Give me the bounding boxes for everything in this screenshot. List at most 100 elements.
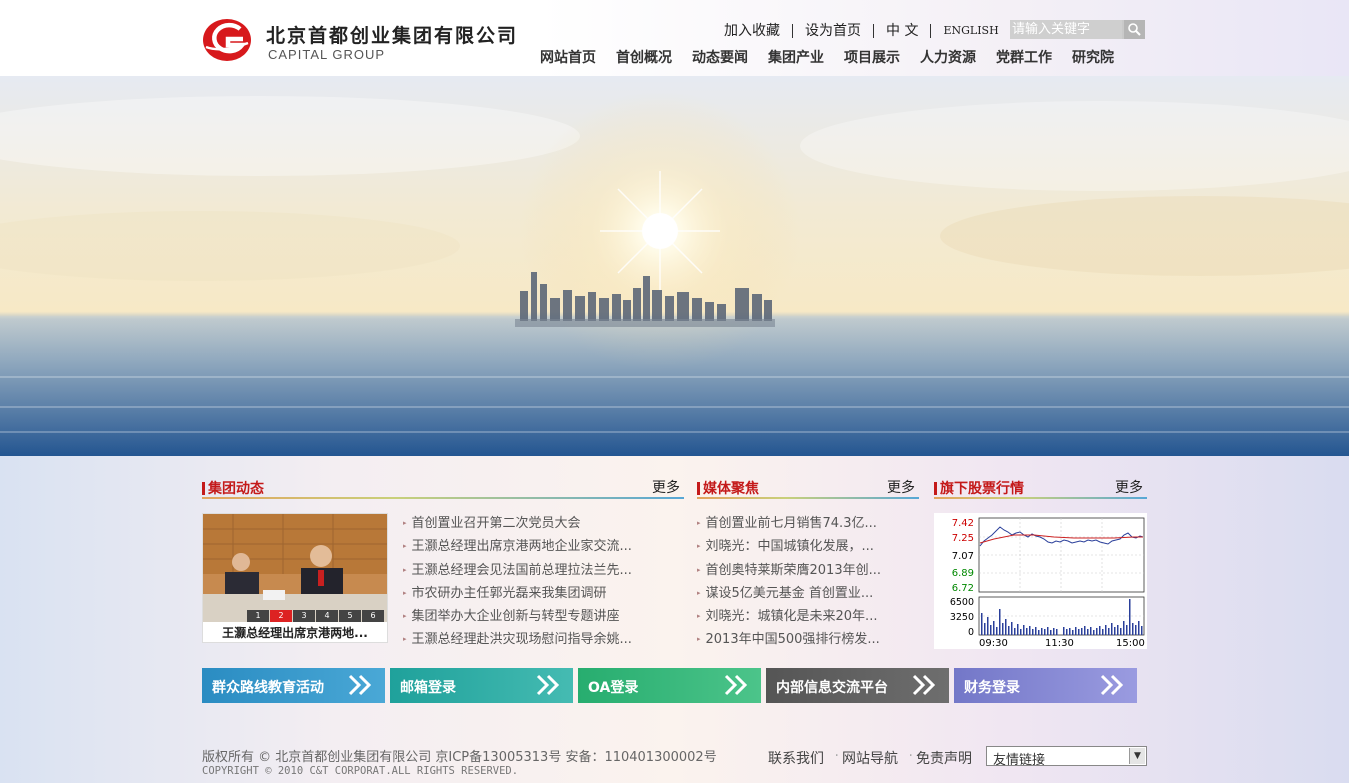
photo-page-1[interactable]: 1	[247, 610, 269, 622]
photo-page-6[interactable]: 6	[362, 610, 384, 622]
list-item[interactable]: ▸ 王灏总经理出席京港两地企业家交流...	[403, 535, 678, 558]
header-bar	[934, 482, 937, 495]
photo-page-2[interactable]: 2	[270, 610, 292, 622]
button-label: 内部信息交流平台	[776, 680, 888, 696]
mail-login-button[interactable]: 邮箱登录	[390, 668, 573, 703]
search-box	[1010, 20, 1145, 39]
stock-chart[interactable]: 7.42 7.25 7.07 6.89 6.72 6500 3250 0 09:…	[934, 513, 1147, 649]
nav-party[interactable]: 党群工作	[986, 47, 1062, 67]
double-chevron-right-icon	[912, 674, 936, 696]
nav-research[interactable]: 研究院	[1062, 47, 1124, 67]
mass-line-campaign-button[interactable]: 群众路线教育活动	[202, 668, 385, 703]
english-lang-link[interactable]: ENGLISH	[931, 24, 1006, 38]
list-item[interactable]: ▸ 谋设5亿美元基金 首创置业...	[697, 582, 919, 605]
logo-name-en: CAPITAL GROUP	[268, 47, 386, 62]
button-label: 邮箱登录	[400, 680, 456, 696]
volume-tick: 6500	[950, 597, 974, 608]
time-tick: 11:30	[1045, 638, 1074, 649]
add-favorite-link[interactable]: 加入收藏	[712, 24, 793, 38]
nav-overview[interactable]: 首创概况	[606, 47, 682, 67]
list-item[interactable]: ▸ 集团举办大企业创新与转型专题讲座	[403, 605, 678, 628]
media-more-link[interactable]: 更多	[887, 477, 915, 497]
bullet-icon: ▸	[697, 588, 701, 597]
button-label: 群众路线教育活动	[212, 680, 324, 696]
news-title: 刘晓光：城镇化是未来20年...	[705, 609, 878, 625]
chevron-down-icon: ▼	[1129, 748, 1145, 764]
logo[interactable]: 北京首都创业集团有限公司 CAPITAL GROUP	[202, 17, 522, 65]
news-title: 市农研办主任郭光磊来我集团调研	[411, 585, 607, 601]
footer-copyright: 版权所有 © 北京首都创业集团有限公司 京ICP备13005313号 安备：11…	[202, 750, 717, 765]
logo-mark-icon	[203, 19, 251, 61]
news-photo[interactable]	[203, 514, 387, 622]
group-news-more-link[interactable]: 更多	[652, 477, 680, 497]
double-chevron-right-icon	[348, 674, 372, 696]
footer-links: 联系我们 网站导航 免责声明	[768, 748, 990, 768]
disclaimer-link[interactable]: 免责声明	[916, 748, 981, 768]
button-label: OA登录	[588, 680, 639, 696]
list-item[interactable]: ▸ 首创奥特莱斯荣膺2013年创...	[697, 559, 919, 582]
banner-sea-skyline-image	[0, 76, 1349, 456]
price-tick: 7.07	[952, 551, 974, 562]
volume-tick: 0	[968, 627, 974, 638]
button-label: 财务登录	[964, 680, 1020, 696]
top-links: 加入收藏 设为首页 中 文 ENGLISH	[712, 22, 1007, 40]
stock-header: 旗下股票行情 更多	[934, 476, 1147, 499]
list-item[interactable]: ▸ 王灏总经理赴洪灾现场慰问指导余姚...	[403, 628, 678, 651]
chinese-lang-link[interactable]: 中 文	[874, 24, 932, 38]
double-chevron-right-icon	[1100, 674, 1124, 696]
header-bar	[697, 482, 700, 495]
nav-industry[interactable]: 集团产业	[758, 47, 834, 67]
contact-link[interactable]: 联系我们	[768, 748, 839, 768]
friend-links-select[interactable]: 友情链接 ▼	[986, 746, 1147, 768]
logo-name-cn: 北京首都创业集团有限公司	[266, 25, 519, 47]
stock-more-link[interactable]: 更多	[1115, 477, 1143, 497]
double-chevron-right-icon	[724, 674, 748, 696]
sitemap-link[interactable]: 网站导航	[842, 748, 913, 768]
photo-page-3[interactable]: 3	[293, 610, 315, 622]
bullet-icon: ▸	[697, 612, 701, 621]
search-button[interactable]	[1124, 20, 1145, 39]
list-item[interactable]: ▸ 首创置业召开第二次党员大会	[403, 512, 678, 535]
group-news-header: 集团动态 更多	[202, 476, 684, 499]
bullet-icon: ▸	[697, 542, 701, 551]
news-title: 首创置业前七月销售74.3亿...	[705, 516, 877, 531]
photo-page-4[interactable]: 4	[316, 610, 338, 622]
photo-caption[interactable]: 王灏总经理出席京港两地...	[203, 624, 387, 641]
set-homepage-link[interactable]: 设为首页	[793, 24, 874, 38]
time-tick: 15:00	[1116, 638, 1145, 649]
list-item[interactable]: ▸ 市农研办主任郭光磊来我集团调研	[403, 582, 678, 605]
news-title: 2013年中国500强排行榜发...	[705, 632, 880, 648]
bullet-icon: ▸	[403, 635, 407, 644]
bullet-icon: ▸	[697, 519, 701, 527]
list-item[interactable]: ▸ 刘晓光：城镇化是未来20年...	[697, 605, 919, 628]
internal-platform-button[interactable]: 内部信息交流平台	[766, 668, 949, 703]
double-chevron-right-icon	[536, 674, 560, 696]
media-list: ▸ 首创置业前七月销售74.3亿... ▸ 刘晓光：中国城镇化发展，... ▸ 首创奥…	[697, 512, 919, 652]
news-title: 刘晓光：中国城镇化发展，...	[705, 539, 874, 555]
nav-news[interactable]: 动态要闻	[682, 47, 758, 67]
header-divider	[202, 497, 684, 499]
nav-hr[interactable]: 人力资源	[910, 47, 986, 67]
list-item[interactable]: ▸ 刘晓光：中国城镇化发展，...	[697, 535, 919, 558]
group-news-title: 集团动态	[208, 481, 264, 497]
list-item[interactable]: ▸ 首创置业前七月销售74.3亿...	[697, 512, 919, 535]
price-tick: 7.25	[952, 533, 974, 544]
list-item[interactable]: ▸ 王灏总经理会见法国前总理拉法兰先...	[403, 559, 678, 582]
bullet-icon: ▸	[697, 635, 701, 644]
nav-projects[interactable]: 项目展示	[834, 47, 910, 67]
photo-page-5[interactable]: 5	[339, 610, 361, 622]
nav-home[interactable]: 网站首页	[530, 47, 606, 67]
main-nav: 网站首页 首创概况 动态要闻 集团产业 项目展示 人力资源 党群工作 研究院	[530, 47, 1124, 67]
header-bar	[202, 482, 205, 495]
news-title: 王灏总经理出席京港两地企业家交流...	[411, 539, 632, 555]
stock-chart-svg: 7.42 7.25 7.07 6.89 6.72 6500 3250 0 09:…	[950, 517, 1145, 649]
news-title: 首创奥特莱斯荣膺2013年创...	[705, 562, 881, 578]
news-photo-slider[interactable]: 1 2 3 4 5 6 王灏总经理出席京港两地...	[202, 513, 388, 643]
finance-login-button[interactable]: 财务登录	[954, 668, 1137, 703]
photo-pager: 1 2 3 4 5 6	[247, 610, 385, 622]
stock-title: 旗下股票行情	[940, 481, 1024, 497]
list-item[interactable]: ▸ 2013年中国500强排行榜发...	[697, 628, 919, 651]
search-icon	[1128, 23, 1141, 36]
oa-login-button[interactable]: OA登录	[578, 668, 761, 703]
search-input[interactable]	[1010, 20, 1122, 39]
